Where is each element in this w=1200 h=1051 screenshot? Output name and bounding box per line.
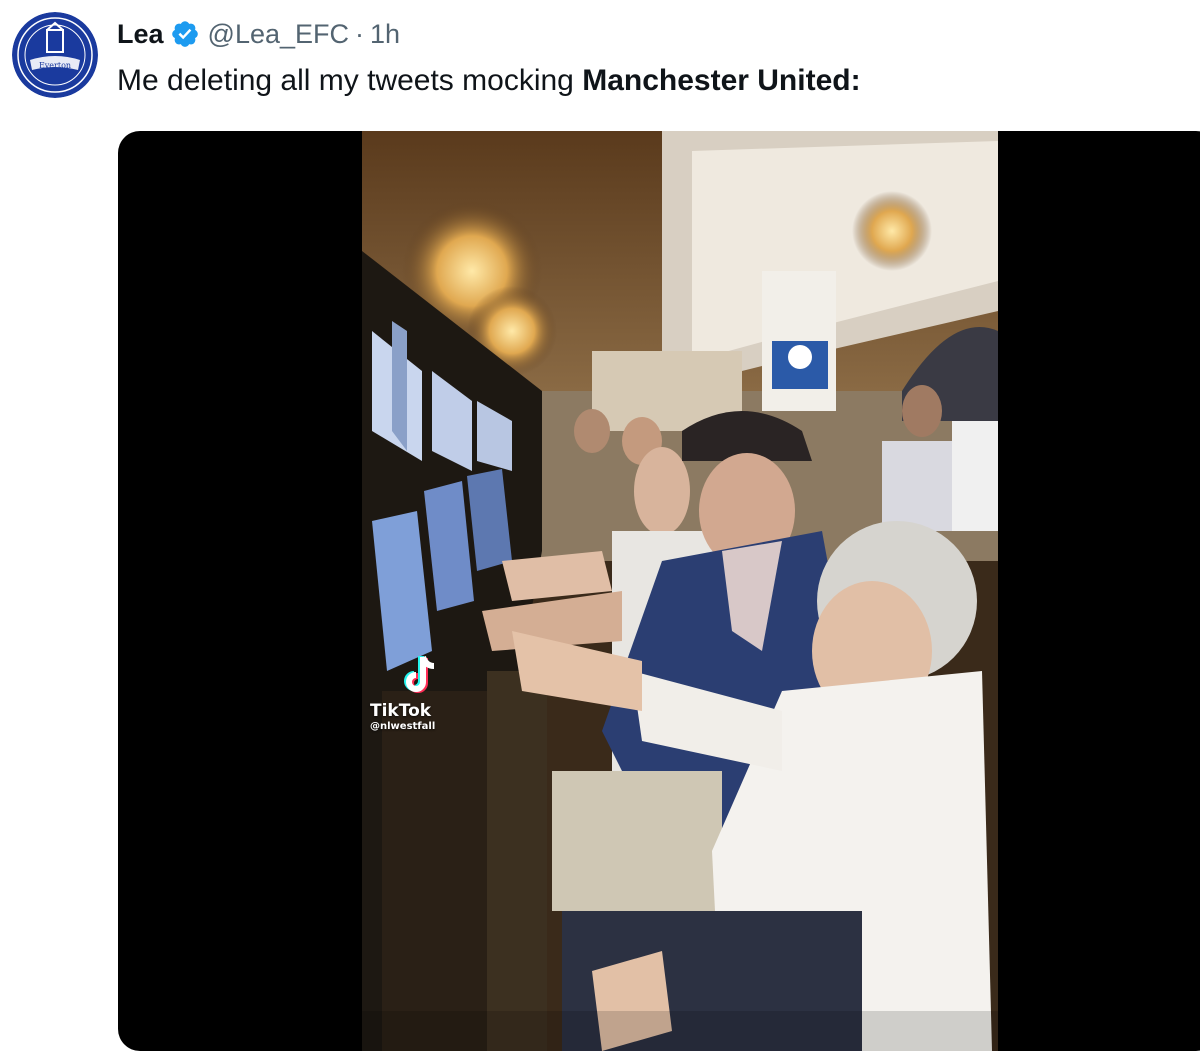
video-still-image [362,131,998,1051]
video-player[interactable]: TikTok @nlwestfall [118,131,1200,1051]
avatar[interactable]: Everton [12,12,98,98]
separator-dot: · [355,18,365,49]
tweet-text: Me deleting all my tweets mocking Manche… [117,60,861,102]
video-frame [362,131,998,1051]
tweet-text-bold: Manchester United: [582,64,861,97]
display-name[interactable]: Lea [117,19,164,50]
tiktok-username: @nlwestfall [370,721,436,732]
tweet: Everton Lea @Lea_EFC · 1h Me deleting al… [0,0,1200,1051]
avatar-crest-text: Everton [39,61,71,70]
tweet-header: Lea @Lea_EFC · 1h [117,14,400,54]
tweet-text-prefix: Me deleting all my tweets mocking [117,64,583,97]
handle[interactable]: @Lea_EFC [208,19,349,50]
tiktok-watermark: TikTok @nlwestfall [370,651,480,732]
tiktok-brand-label: TikTok [370,701,432,721]
tiktok-logo-icon [396,651,444,699]
timestamp[interactable]: 1h [370,19,400,50]
verified-badge-icon [170,19,200,49]
